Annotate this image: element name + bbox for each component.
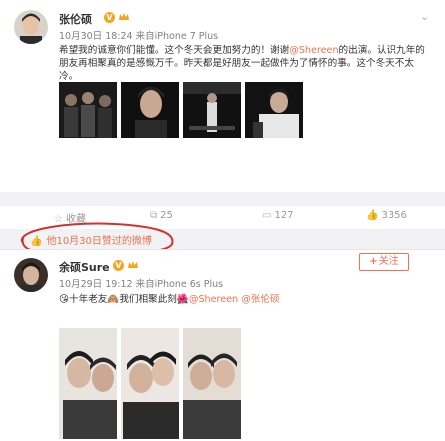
post-text-a: 😘十年老友🙈我们相聚此刻🌺 xyxy=(59,294,189,305)
crown-icon xyxy=(128,261,138,268)
weibo-post-1: 张伦硕 V ⌄ 10月30日 18:24 来自iPhone 7 Plus 希望我… xyxy=(0,0,445,192)
source-prefix: 来自 xyxy=(135,279,155,290)
verified-badge: V xyxy=(113,260,124,271)
favorite-label: 收藏 xyxy=(65,214,86,225)
post-meta: 10月30日 18:24 来自iPhone 7 Plus xyxy=(59,28,218,42)
follow-button[interactable]: +关注 xyxy=(359,253,409,271)
comment-icon: ▭ xyxy=(262,210,272,221)
post-image-2[interactable] xyxy=(121,328,179,439)
post-image-3[interactable] xyxy=(183,82,241,138)
author-name[interactable]: 张伦硕 xyxy=(59,11,92,27)
avatar[interactable] xyxy=(14,258,48,292)
liked-by-bar: 👍 他10月30日赞过的微博 xyxy=(0,229,445,249)
post-image-1[interactable] xyxy=(59,82,117,138)
post-source: iPhone 6s Plus xyxy=(154,279,224,290)
repost-icon: ⧉ xyxy=(150,210,158,221)
follow-label: 关注 xyxy=(378,256,399,267)
post-image-4[interactable] xyxy=(245,82,303,138)
post-text: 😘十年老友🙈我们相聚此刻🌺@Shereen @张伦硕 xyxy=(59,293,429,306)
post-source: iPhone 7 Plus xyxy=(154,31,219,42)
post-image-2[interactable] xyxy=(121,82,179,138)
crown-icon xyxy=(119,13,129,20)
mention-link[interactable]: @Shereen xyxy=(189,294,238,305)
author-name[interactable]: 余硕Sure xyxy=(59,259,110,275)
repost-button[interactable]: ⧉ 25 xyxy=(150,210,173,221)
post-date[interactable]: 10月30日 18:24 xyxy=(59,31,133,42)
plus-icon: + xyxy=(369,256,378,267)
avatar[interactable] xyxy=(14,10,48,44)
thumbs-up-icon: 👍 xyxy=(30,236,43,247)
liked-label: 他10月30日赞过的微博 xyxy=(46,236,152,247)
verified-badge: V xyxy=(104,12,115,23)
post-text-a: 希望我的诚意你们能懂。这个冬天会更加努力的！谢谢 xyxy=(59,45,290,56)
comment-button[interactable]: ▭ 127 xyxy=(262,210,294,221)
action-bar: ☆ 收藏 ⧉ 25 ▭ 127 👍 3356 xyxy=(0,205,445,229)
comment-count: 127 xyxy=(274,210,294,221)
like-count: 3356 xyxy=(381,210,407,221)
chevron-down-icon[interactable]: ⌄ xyxy=(420,10,429,23)
favorite-button[interactable]: ☆ 收藏 xyxy=(54,210,86,225)
repost-count: 25 xyxy=(160,210,173,221)
post-meta: 10月29日 19:12 来自iPhone 6s Plus xyxy=(59,276,223,290)
post-image-1[interactable] xyxy=(59,328,117,439)
like-button[interactable]: 👍 3356 xyxy=(366,210,407,221)
mention-link[interactable]: @Shereen xyxy=(289,45,338,56)
post-image-3[interactable] xyxy=(183,328,241,439)
mention-link[interactable]: @张伦硕 xyxy=(241,294,279,305)
post-text: 希望我的诚意你们能懂。这个冬天会更加努力的！谢谢@Shereen的出演。认识九年… xyxy=(59,44,429,83)
liked-post-link[interactable]: 👍 他10月30日赞过的微博 xyxy=(30,232,152,247)
post-date[interactable]: 10月29日 19:12 xyxy=(59,279,133,290)
thumbs-up-icon: 👍 xyxy=(366,210,379,221)
star-icon: ☆ xyxy=(54,214,63,225)
source-prefix: 来自 xyxy=(135,31,155,42)
